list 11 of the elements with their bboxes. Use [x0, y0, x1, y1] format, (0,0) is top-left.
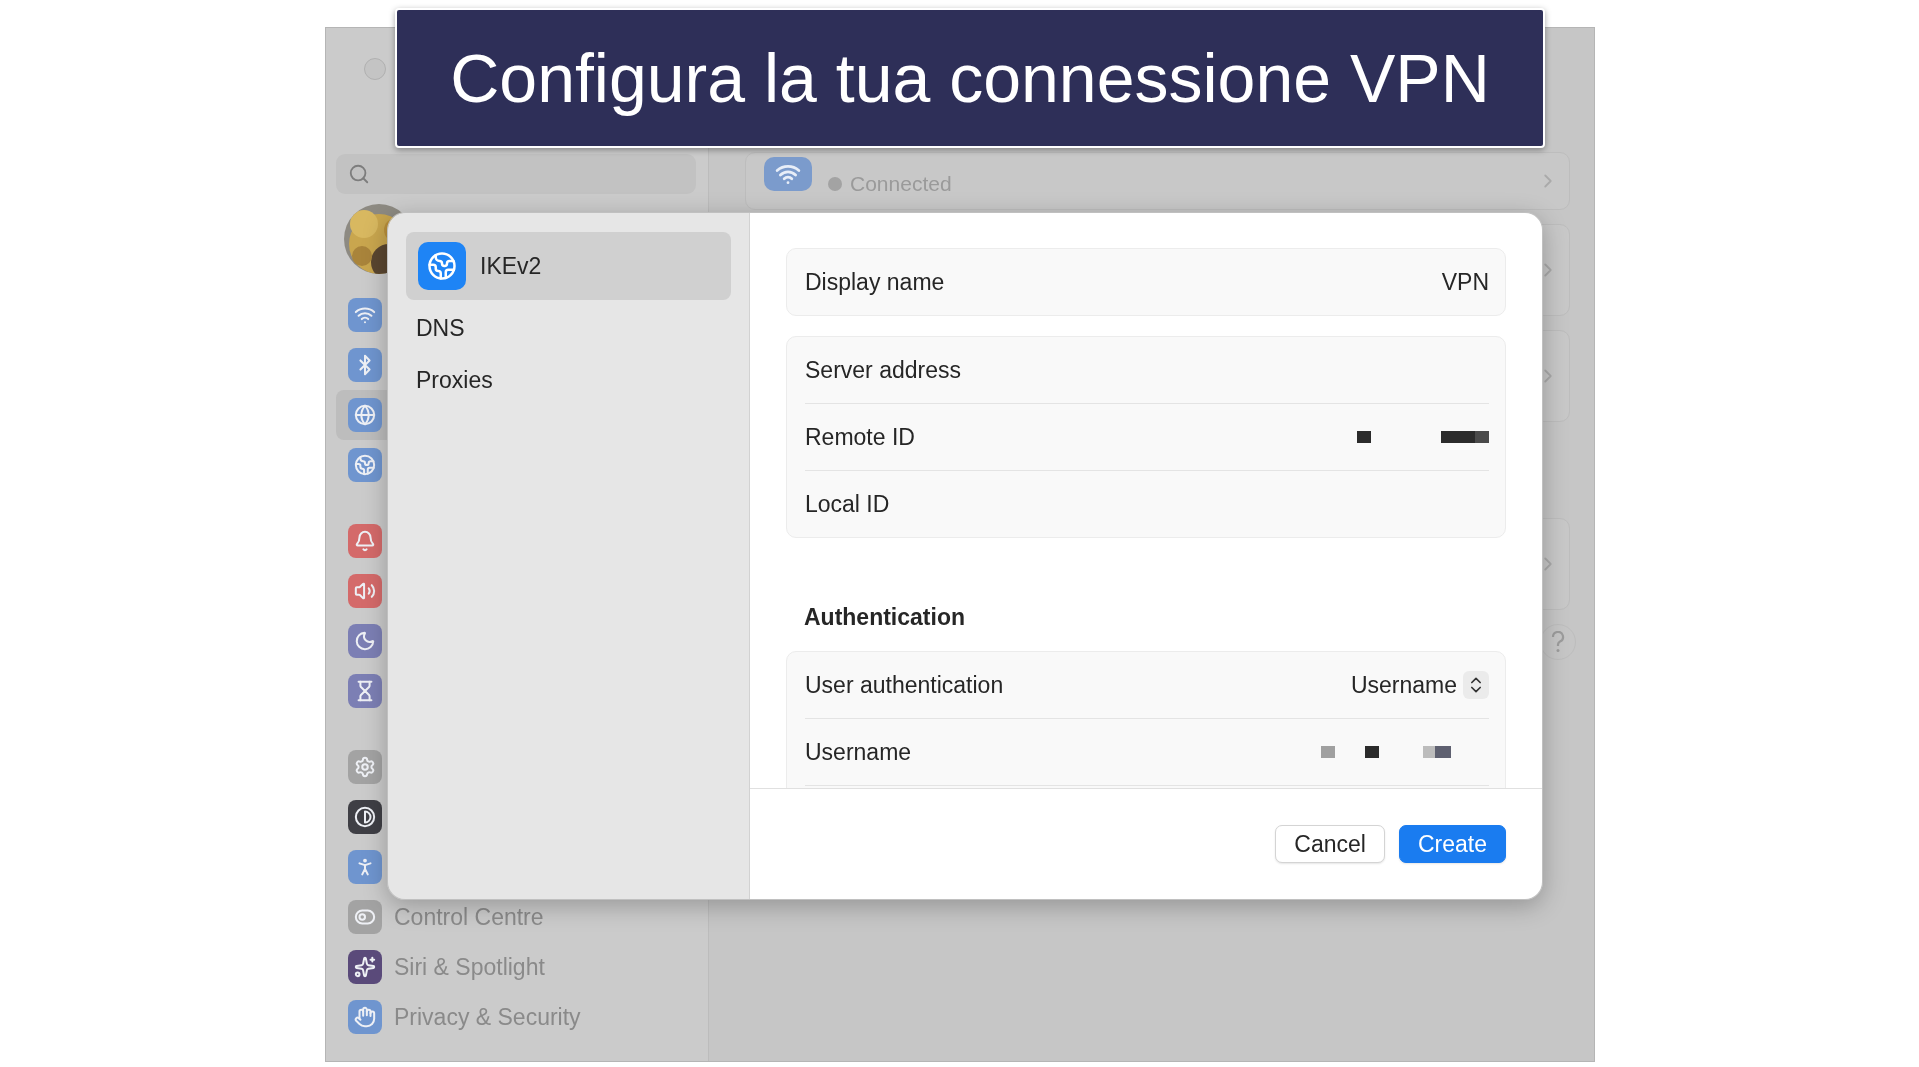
banner-title: Configura la tua connessione VPN — [450, 39, 1490, 117]
sidebar-label: Siri & Spotlight — [394, 953, 545, 981]
field-label: Username — [805, 738, 912, 766]
field-label: Server address — [805, 356, 961, 384]
sidebar-label: Privacy & Security — [394, 1003, 581, 1031]
field-label: User authentication — [805, 671, 1004, 699]
field-label: Local ID — [805, 490, 890, 518]
field-label: Remote ID — [805, 423, 915, 451]
sidebar-label: Control Centre — [394, 903, 544, 931]
section-heading: Authentication — [804, 604, 966, 631]
field-label: Display name — [805, 268, 945, 296]
